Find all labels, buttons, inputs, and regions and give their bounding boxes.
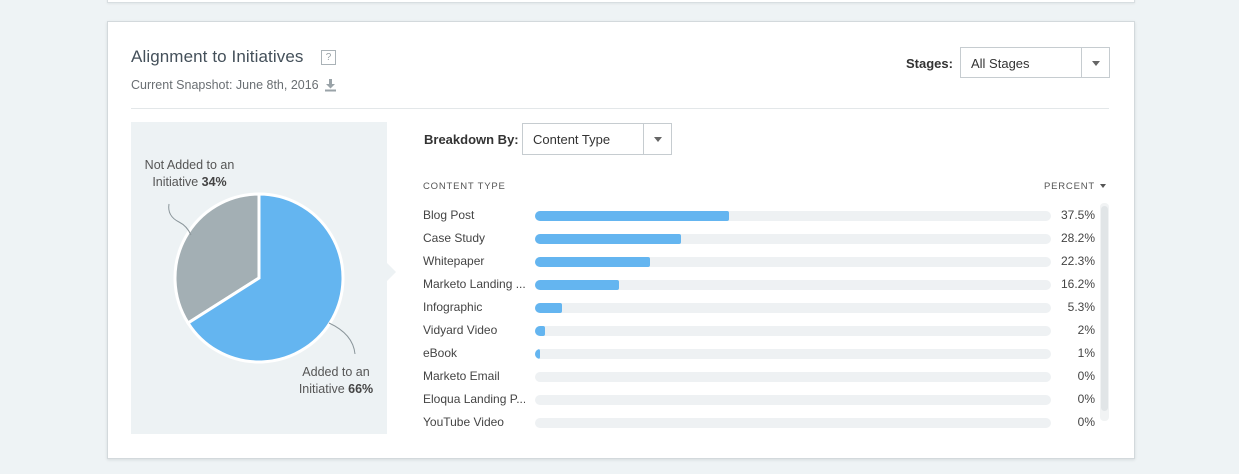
percent-value: 0% [1077, 415, 1095, 429]
breakdown-label: Breakdown By: [424, 132, 519, 147]
breakdown-selected-value: Content Type [533, 132, 611, 147]
previous-card-bottom [107, 0, 1135, 3]
pie-label-not-added: Not Added to an Initiative 34% [144, 158, 235, 189]
content-type-name: Infographic [423, 300, 483, 314]
percent-value: 28.2% [1060, 231, 1095, 245]
percent-bar-fill [535, 280, 619, 290]
percent-value: 0% [1077, 392, 1095, 406]
percent-bar-fill [535, 234, 681, 244]
percent-value: 22.3% [1060, 254, 1095, 268]
table-row[interactable]: Marketo Landing ... 16.2% [423, 277, 1095, 300]
content-type-name: Vidyard Video [423, 323, 498, 337]
percent-bar-track [535, 211, 1051, 221]
header-divider [131, 108, 1109, 109]
content-type-name: YouTube Video [423, 415, 504, 429]
percent-bar-fill [535, 349, 541, 359]
stages-selected-value: All Stages [971, 56, 1030, 71]
percent-bar-track [535, 326, 1051, 336]
pie-percent-not-added: 34% [201, 175, 227, 189]
percent-bar-track [535, 395, 1051, 405]
percent-bar-fill [535, 257, 651, 267]
pie-label-added: Added to an Initiative 66% [298, 365, 374, 396]
table-row[interactable]: Infographic 5.3% [423, 300, 1095, 323]
percent-bar-fill [535, 211, 729, 221]
content-type-name: Whitepaper [423, 254, 485, 268]
help-icon[interactable]: ? [321, 50, 336, 65]
percent-bar-track [535, 418, 1051, 428]
content-type-name: Marketo Landing ... [423, 277, 525, 291]
table-row[interactable]: Vidyard Video 2% [423, 323, 1095, 346]
percent-value: 37.5% [1060, 208, 1095, 222]
table-row[interactable]: Marketo Email 0% [423, 369, 1095, 392]
alignment-card: Alignment to Initiatives ? Current Snaps… [107, 21, 1135, 459]
scrollbar[interactable] [1100, 203, 1109, 421]
percent-bar-track [535, 372, 1051, 382]
chevron-down-icon [1092, 61, 1100, 66]
content-type-name: eBook [423, 346, 458, 360]
percent-bar-track [535, 234, 1051, 244]
percent-value: 0% [1077, 369, 1095, 383]
table-row[interactable]: Blog Post 37.5% [423, 208, 1095, 231]
percent-bar-track [535, 349, 1051, 359]
percent-bar-track [535, 303, 1051, 313]
content-type-name: Blog Post [423, 208, 475, 222]
content-type-name: Marketo Email [423, 369, 500, 383]
stages-label: Stages: [906, 56, 953, 71]
scrollbar-thumb[interactable] [1101, 206, 1108, 411]
stages-select[interactable]: All Stages [960, 47, 1110, 78]
table-row[interactable]: Eloqua Landing P... 0% [423, 392, 1095, 415]
card-title: Alignment to Initiatives [131, 47, 304, 66]
percent-bar-track [535, 280, 1051, 290]
panel-pointer [387, 263, 396, 281]
table-row[interactable]: Whitepaper 22.3% [423, 254, 1095, 277]
content-type-name: Case Study [423, 231, 486, 245]
percent-value: 2% [1077, 323, 1095, 337]
pie-percent-added: 66% [348, 382, 374, 396]
table-row[interactable]: Case Study 28.2% [423, 231, 1095, 254]
percent-bar-track [535, 257, 1051, 267]
chevron-down-icon [654, 137, 662, 142]
leader-line-not-added [168, 203, 192, 236]
leader-line-added [328, 322, 356, 355]
column-header-percent[interactable]: PERCENT [1044, 181, 1106, 192]
percent-value: 16.2% [1060, 277, 1095, 291]
table-row[interactable]: YouTube Video 0% [423, 415, 1095, 438]
percent-bar-fill [535, 303, 563, 313]
breakdown-select[interactable]: Content Type [522, 123, 672, 155]
download-icon[interactable] [324, 78, 337, 92]
percent-value: 1% [1077, 346, 1095, 360]
content-type-name: Eloqua Landing P... [423, 392, 525, 406]
table-row[interactable]: eBook 1% [423, 346, 1095, 369]
percent-bar-fill [535, 326, 546, 336]
pie-panel: Not Added to an Initiative 34% Added to … [131, 122, 387, 434]
percent-value: 5.3% [1067, 300, 1095, 314]
column-header-content-type[interactable]: CONTENT TYPE [423, 181, 506, 192]
snapshot-date: Current Snapshot: June 8th, 2016 [131, 78, 319, 92]
sort-down-icon [1100, 184, 1106, 188]
